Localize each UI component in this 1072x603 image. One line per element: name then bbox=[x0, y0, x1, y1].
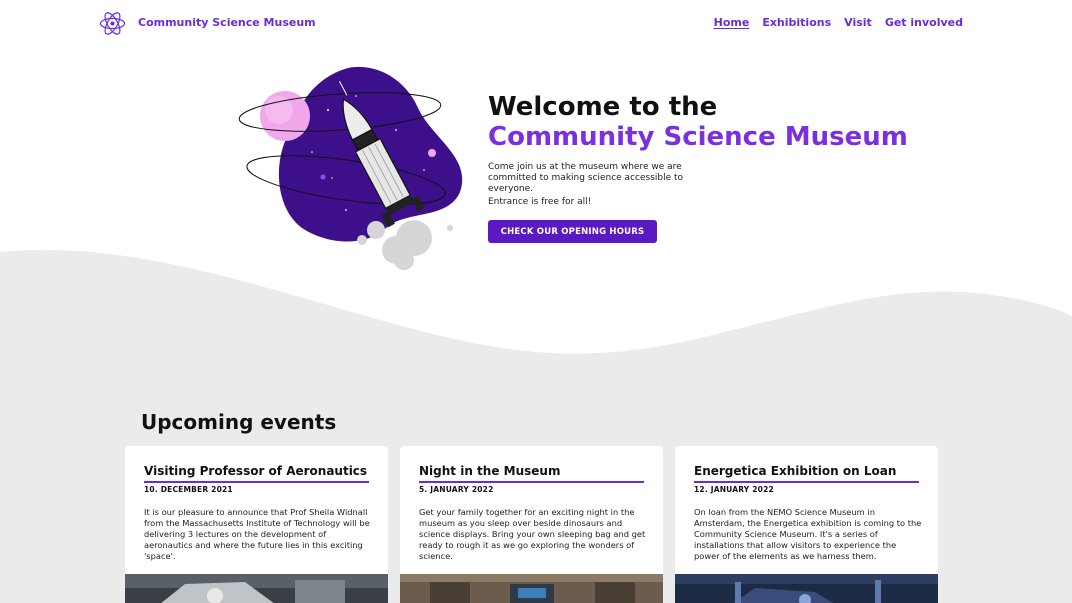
brand-name[interactable]: Community Science Museum bbox=[138, 16, 316, 29]
nav-exhibitions[interactable]: Exhibitions bbox=[762, 16, 831, 29]
event-description: Get your family together for an exciting… bbox=[419, 507, 646, 561]
event-card[interactable]: Night in the Museum 5. JANUARY 2022 Get … bbox=[400, 446, 663, 603]
event-date: 5. JANUARY 2022 bbox=[419, 485, 494, 494]
event-image-installation bbox=[675, 574, 938, 603]
atom-logo-icon[interactable] bbox=[99, 10, 126, 37]
event-description: It is our pleasure to announce that Prof… bbox=[144, 507, 370, 561]
event-title[interactable]: Night in the Museum bbox=[419, 464, 644, 483]
site-header: Community Science Museum Home Exhibition… bbox=[0, 0, 1072, 46]
event-title[interactable]: Visiting Professor of Aeronautics bbox=[144, 464, 369, 483]
event-title[interactable]: Energetica Exhibition on Loan bbox=[694, 464, 919, 483]
event-image-lab bbox=[125, 574, 388, 603]
main-nav: Home Exhibitions Visit Get involved bbox=[701, 16, 963, 29]
nav-get-involved[interactable]: Get involved bbox=[885, 16, 963, 29]
hero-free-entrance-text: Entrance is free for all! bbox=[488, 197, 592, 207]
event-description: On loan from the NEMO Science Museum in … bbox=[694, 507, 922, 561]
event-image-museum-hall bbox=[400, 574, 663, 603]
event-date: 12. JANUARY 2022 bbox=[694, 485, 774, 494]
event-date: 10. DECEMBER 2021 bbox=[144, 485, 233, 494]
hero-title: Welcome to the Community Science Museum bbox=[488, 92, 908, 152]
nav-home[interactable]: Home bbox=[714, 16, 750, 29]
hero-title-line1: Welcome to the bbox=[488, 92, 718, 122]
events-heading: Upcoming events bbox=[141, 410, 337, 434]
nav-visit[interactable]: Visit bbox=[844, 16, 872, 29]
hero-title-line2: Community Science Museum bbox=[488, 122, 908, 152]
event-card[interactable]: Energetica Exhibition on Loan 12. JANUAR… bbox=[675, 446, 938, 603]
event-card[interactable]: Visiting Professor of Aeronautics 10. DE… bbox=[125, 446, 388, 603]
hero-intro-text: Come join us at the museum where we are … bbox=[488, 162, 684, 194]
